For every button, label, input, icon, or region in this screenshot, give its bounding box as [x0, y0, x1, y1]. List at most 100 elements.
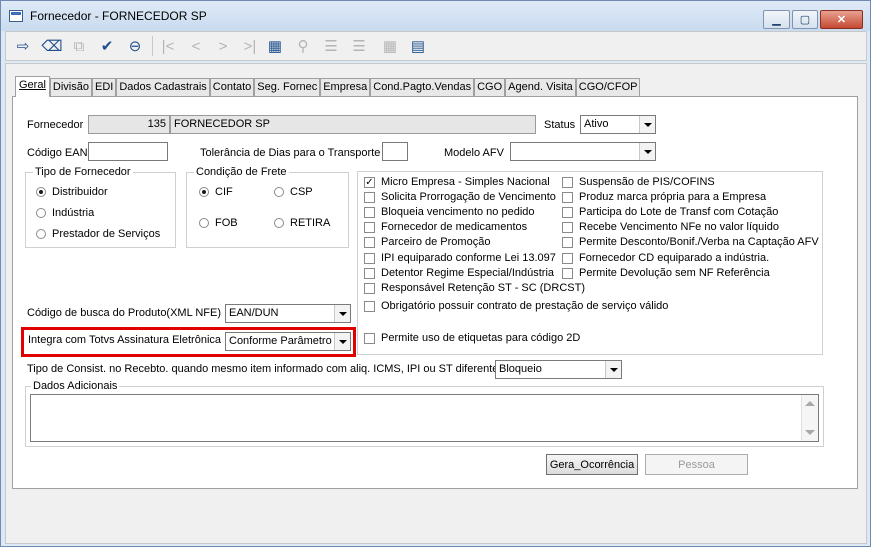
radio-industria[interactable]: Indústria [36, 207, 94, 219]
check-micro-empresa[interactable]: ✓ Micro Empresa - Simples Nacional [364, 176, 550, 188]
check-contrato-prestacao[interactable]: Obrigatório possuir contrato de prestaçã… [364, 300, 668, 312]
grid-view-icon[interactable]: ▦ [264, 35, 286, 57]
search-icon[interactable]: ⚲ [292, 35, 314, 57]
maximize-icon: ▢ [799, 14, 811, 26]
codigo-busca-select[interactable]: EAN/DUN [225, 304, 351, 323]
dados-adicionais-scrollbar[interactable] [801, 395, 818, 441]
radio-empty-icon [274, 218, 284, 228]
tab-geral[interactable]: Geral [15, 76, 50, 97]
tab-cond-pagto-vendas[interactable]: Cond.Pagto.Vendas [370, 78, 475, 97]
check-marca-propria[interactable]: Produz marca própria para a Empresa [562, 191, 766, 203]
radio-empty-icon [274, 187, 284, 197]
condicao-frete-group: Condição de Frete [186, 166, 349, 248]
radio-empty-icon [36, 208, 46, 218]
tab-cgo[interactable]: CGO [474, 78, 506, 97]
radio-selected-icon [36, 187, 46, 197]
next-record-icon[interactable]: > [212, 35, 234, 57]
chevron-down-icon[interactable] [639, 143, 655, 160]
radio-cif[interactable]: CIF [199, 186, 233, 198]
status-label: Status [544, 119, 576, 131]
checkbox-empty-icon [562, 267, 573, 279]
remove-line-icon[interactable]: ☰ [348, 35, 370, 57]
window-title: Fornecedor - FORNECEDOR SP [30, 9, 207, 23]
tab-agend-visita[interactable]: Agend. Visita [505, 78, 576, 97]
check-suspensao-pis-cofins[interactable]: Suspensão de PIS/COFINS [562, 176, 715, 188]
scroll-up-icon[interactable] [805, 401, 815, 406]
tab-contato[interactable]: Contato [209, 78, 255, 97]
checkbox-empty-icon [364, 236, 375, 248]
check-bloqueia-vencimento[interactable]: Bloqueia vencimento no pedido [364, 206, 535, 218]
radio-retira[interactable]: RETIRA [274, 217, 330, 229]
status-value: Ativo [584, 118, 609, 130]
table-icon[interactable]: ▦ [379, 35, 401, 57]
gera-ocorrencia-button[interactable]: Gera_Ocorrência [546, 454, 638, 475]
tab-empresa[interactable]: Empresa [320, 78, 371, 97]
totvs-label: Integra com Totvs Assinatura Eletrônica [28, 334, 222, 346]
check-lote-transf-cotacao[interactable]: Participa do Lote de Transf com Cotação [562, 206, 778, 218]
exit-icon[interactable]: ⇨ [12, 35, 34, 57]
check-prorrogacao-vencimento[interactable]: Solicita Prorrogação de Vencimento [364, 191, 556, 203]
checkbox-empty-icon [364, 221, 375, 233]
minimize-button[interactable]: ▁ [763, 10, 790, 29]
tab-divisao[interactable]: Divisão [49, 78, 92, 97]
chevron-down-icon[interactable] [605, 361, 621, 378]
status-select[interactable]: Ativo [580, 115, 656, 134]
radio-prestador-servicos[interactable]: Prestador de Serviços [36, 228, 160, 240]
check-vencimento-nfe-liquido[interactable]: Recebe Vencimento NFe no valor líquido [562, 221, 779, 233]
chevron-down-icon[interactable] [639, 116, 655, 133]
checkbox-empty-icon [364, 332, 375, 344]
fornecedor-name-field[interactable]: FORNECEDOR SP [170, 115, 536, 134]
check-desconto-bonif-afv[interactable]: Permite Desconto/Bonif./Verba na Captaçã… [562, 236, 819, 248]
pessoa-button[interactable]: Pessoa [645, 454, 748, 475]
delete-record-icon[interactable]: ⊖ [124, 35, 146, 57]
radio-distribuidor[interactable]: Distribuidor [36, 186, 108, 198]
fornecedor-code-field[interactable]: 135 [88, 115, 170, 134]
previous-record-icon[interactable]: < [185, 35, 207, 57]
radio-fob[interactable]: FOB [199, 217, 238, 229]
tab-seg-fornec[interactable]: Seg. Fornec [254, 78, 321, 97]
close-button[interactable]: ✕ [820, 10, 863, 29]
tab-dados-cadastrais[interactable]: Dados Cadastrais [116, 78, 210, 97]
codigo-busca-value: EAN/DUN [229, 307, 279, 319]
insert-line-icon[interactable]: ☰ [320, 35, 342, 57]
check-detentor-regime[interactable]: Detentor Regime Especial/Indústria [364, 267, 554, 279]
ean-field[interactable] [88, 142, 168, 161]
totvs-select[interactable]: Conforme Parâmetro [225, 332, 351, 351]
check-fornecedor-cd-industria[interactable]: Fornecedor CD equiparado a indústria. [562, 252, 769, 264]
tolerancia-field[interactable] [382, 142, 408, 161]
radio-csp[interactable]: CSP [274, 186, 313, 198]
scroll-down-icon[interactable] [805, 430, 815, 435]
check-parceiro-promocao[interactable]: Parceiro de Promoção [364, 236, 490, 248]
checkbox-empty-icon [562, 236, 573, 248]
check-fornecedor-medicamentos[interactable]: Fornecedor de medicamentos [364, 221, 527, 233]
list-icon[interactable]: ▤ [407, 35, 429, 57]
checkbox-empty-icon [562, 252, 573, 264]
chevron-down-icon[interactable] [334, 305, 350, 322]
tab-edi[interactable]: EDI [91, 78, 117, 97]
last-record-icon[interactable]: >| [239, 35, 261, 57]
first-record-icon[interactable]: |< [157, 35, 179, 57]
eraser-icon[interactable]: ⌫ [41, 35, 63, 57]
consist-select[interactable]: Bloqueio [495, 360, 622, 379]
checkbox-empty-icon [562, 176, 573, 188]
checkbox-empty-icon [364, 206, 375, 218]
save-record-icon[interactable]: ✔ [96, 35, 118, 57]
maximize-button[interactable]: ▢ [792, 10, 818, 29]
tab-cgo-cfop[interactable]: CGO/CFOP [575, 78, 641, 97]
title-bar[interactable]: Fornecedor - FORNECEDOR SP ▁ ▢ ✕ [1, 1, 870, 31]
chevron-down-icon[interactable] [334, 333, 350, 350]
checkbox-empty-icon [364, 282, 375, 294]
condicao-frete-caption: Condição de Frete [194, 166, 289, 178]
check-devolucao-sem-nf[interactable]: Permite Devolução sem NF Referência [562, 267, 770, 279]
radio-empty-icon [199, 218, 209, 228]
radio-selected-icon [199, 187, 209, 197]
copy-record-icon[interactable]: ⧉ [68, 35, 90, 57]
check-responsavel-retencao[interactable]: Responsável Retenção ST - SC (DRCST) [364, 282, 585, 294]
tab-strip: Geral Divisão EDI Dados Cadastrais Conta… [15, 76, 641, 97]
minimize-icon: ▁ [772, 14, 781, 26]
codigo-busca-label: Código de busca do Produto(XML NFE) : [27, 307, 228, 319]
check-etiquetas-2d[interactable]: Permite uso de etiquetas para código 2D [364, 332, 580, 344]
dados-adicionais-textarea[interactable] [30, 394, 819, 442]
afv-select[interactable] [510, 142, 656, 161]
check-ipi-equiparado[interactable]: IPI equiparado conforme Lei 13.097 [364, 252, 556, 264]
